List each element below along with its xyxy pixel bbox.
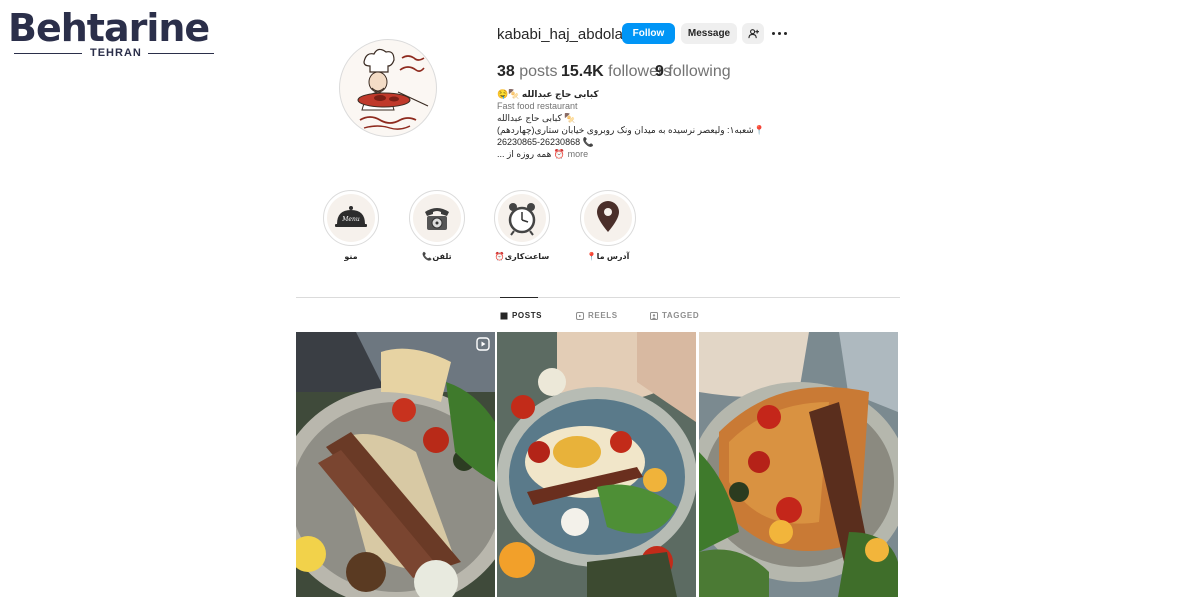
follow-button[interactable]: Follow	[622, 23, 675, 44]
telephone-icon	[425, 208, 449, 230]
profile-bio: کبابی حاج عبدالله 🍢🤤 Fast food restauran…	[497, 88, 767, 160]
message-button[interactable]: Message	[681, 23, 737, 44]
tab-posts-label: POSTS	[512, 311, 543, 320]
highlight-hours-label: ⏰ساعت‌کاری	[494, 252, 550, 261]
posts-count-label: posts	[519, 63, 558, 80]
more-options-icon[interactable]	[770, 26, 788, 40]
location-pin-icon	[597, 201, 619, 232]
add-user-icon	[747, 29, 759, 39]
posts-count-value: 38	[497, 63, 515, 80]
watermark-brand: Behtarine	[8, 6, 210, 50]
reels-icon	[576, 311, 584, 320]
bio-line-last: ⏰ همه روزه از ... more	[497, 148, 767, 160]
highlight-phone-label: 📞تلفن	[422, 252, 452, 261]
following-count-value: 9	[655, 63, 664, 80]
bio-line: 📍شعبه۱: ولیعصر نرسیده به میدان ونک روبرو…	[497, 125, 766, 135]
watermark-line-right	[148, 53, 214, 54]
post-tile[interactable]	[497, 332, 696, 597]
grid-icon	[500, 312, 508, 319]
post-tile[interactable]	[699, 332, 898, 597]
tab-tagged-label: TAGGED	[662, 311, 700, 320]
restaurant-logo-icon	[357, 48, 429, 130]
profile-avatar[interactable]	[339, 39, 437, 137]
post-tile[interactable]	[296, 332, 495, 597]
bio-line: 📞 26230865-26230868	[497, 137, 594, 147]
reel-badge-icon	[476, 337, 490, 351]
svg-text:Menu: Menu	[341, 216, 360, 223]
menu-cloche-icon: Menu	[335, 206, 367, 227]
bio-last-line: ⏰ همه روزه از ...	[497, 149, 566, 159]
bio-name: کبابی حاج عبدالله 🍢🤤	[497, 89, 599, 99]
highlight-address-label: 📍آدرس ما	[586, 252, 630, 261]
tab-tagged[interactable]: TAGGED	[650, 311, 699, 320]
highlight-address[interactable]: 📍آدرس ما	[580, 190, 636, 261]
posts-count[interactable]: 38 posts	[497, 63, 558, 81]
following-count[interactable]: 9 following	[655, 63, 731, 81]
tabs-divider	[296, 297, 900, 298]
tab-reels[interactable]: REELS	[576, 311, 618, 320]
tagged-icon	[650, 311, 658, 320]
bio-line: 🍢 کبابی حاج عبدالله	[497, 113, 576, 123]
watermark-city: TEHRAN	[90, 47, 142, 59]
profile-username: kababi_haj_abdolah	[497, 26, 632, 43]
tab-posts[interactable]: POSTS	[500, 311, 542, 320]
tab-reels-label: REELS	[588, 311, 618, 320]
post-image-mixed-platter	[699, 332, 898, 597]
watermark-logo: Behtarine TEHRAN	[8, 6, 214, 64]
highlight-hours[interactable]: ⏰ساعت‌کاری	[494, 190, 550, 261]
highlight-phone[interactable]: 📞تلفن	[409, 190, 465, 261]
active-tab-indicator	[500, 297, 538, 298]
bio-category: Fast food restaurant	[497, 101, 578, 111]
alarm-clock-icon	[508, 203, 536, 236]
highlight-menu-label: منو	[344, 252, 358, 261]
highlight-menu[interactable]: Menu منو	[323, 190, 379, 261]
watermark-line-left	[14, 53, 82, 54]
post-image-kebab-rice	[497, 332, 696, 597]
bio-more-link[interactable]: more	[568, 149, 589, 159]
suggested-accounts-button[interactable]	[742, 23, 764, 44]
post-image-kebab-platter	[296, 332, 495, 597]
following-count-label: following	[668, 63, 731, 80]
followers-count-value: 15.4K	[561, 63, 604, 80]
